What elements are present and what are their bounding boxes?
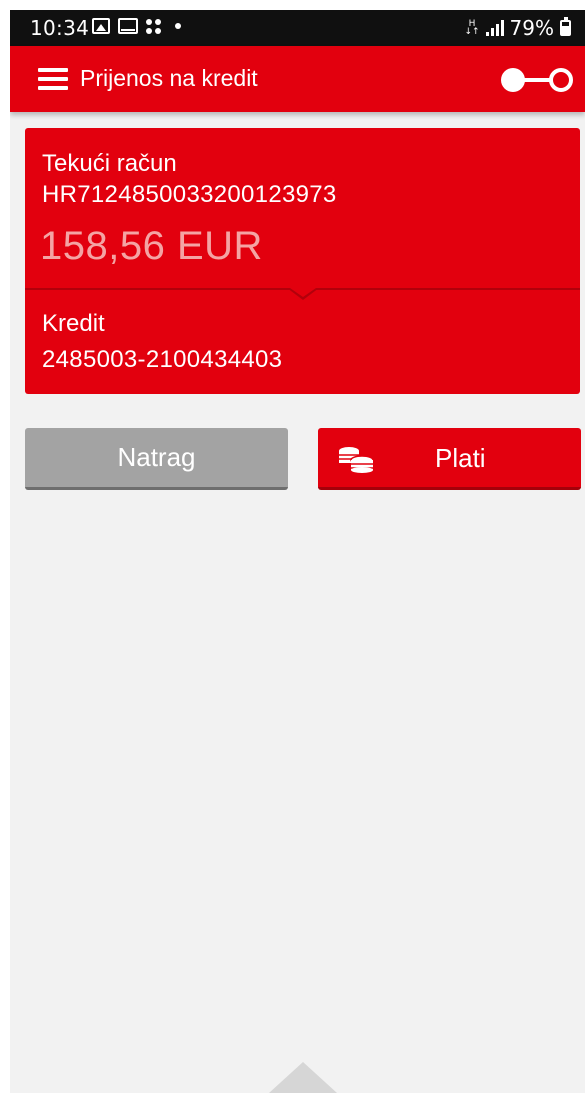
- back-button[interactable]: Natrag: [25, 428, 288, 490]
- signal-icon: [485, 20, 504, 36]
- menu-icon[interactable]: [38, 68, 68, 90]
- mail-notification-icon: [118, 18, 138, 34]
- app-bar: Prijenos na kredit: [10, 46, 585, 112]
- account-balance: 158,56 EUR: [40, 224, 263, 268]
- transfer-card: Tekući račun HR7124850033200123973 158,5…: [25, 128, 580, 394]
- status-bar: 10:34 H ↓↑ 79%: [10, 10, 585, 46]
- credit-label: Kredit: [42, 310, 105, 337]
- credit-number: 2485003-2100434403: [42, 346, 283, 373]
- page-title: Prijenos na kredit: [80, 65, 258, 91]
- pay-button-label: Plati: [435, 443, 486, 473]
- battery-icon: [560, 17, 571, 36]
- divider-notch-inner: [290, 288, 316, 297]
- gallery-notification-icon: [92, 18, 110, 34]
- toggle-icon[interactable]: [499, 66, 575, 94]
- status-time: 10:34: [30, 16, 90, 40]
- chevron-up-icon[interactable]: [269, 1062, 337, 1093]
- status-right: H ↓↑ 79%: [464, 16, 571, 40]
- pay-button[interactable]: Plati: [318, 428, 581, 490]
- more-notifications-dot-icon: [175, 23, 181, 29]
- battery-percent: 79%: [509, 16, 554, 40]
- phone-screen: 10:34 H↓↑ 79% Prijenos na kredit Tekući: [10, 10, 585, 1093]
- source-account-label: Tekući račun: [42, 150, 177, 177]
- coins-icon: [339, 447, 374, 473]
- network-type-icon: H ↓↑: [464, 19, 480, 37]
- back-button-label: Natrag: [117, 442, 196, 472]
- source-account-iban: HR7124850033200123973: [42, 181, 337, 208]
- app-notification-icon: [146, 18, 161, 34]
- notification-icons: [92, 18, 181, 34]
